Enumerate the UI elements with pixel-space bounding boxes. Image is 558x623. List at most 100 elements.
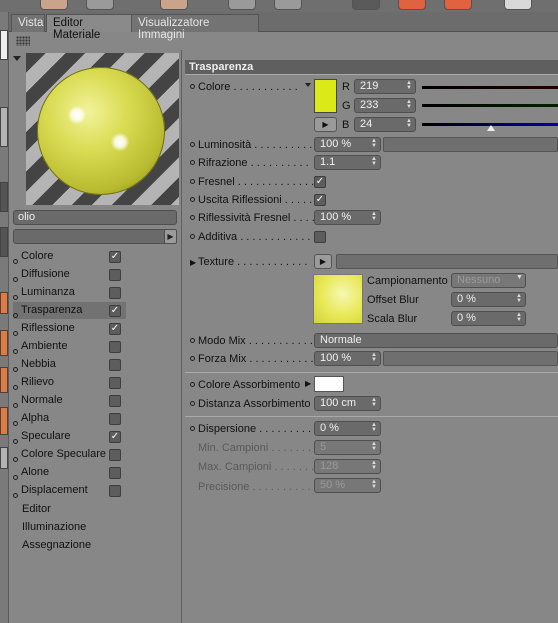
max-campioni-field[interactable]: 128 ▲ ▼ <box>314 459 381 474</box>
toolbar-button[interactable] <box>352 0 380 10</box>
tool-button[interactable] <box>0 107 8 147</box>
nav-item-assegnazione[interactable]: Assegnazione <box>22 539 91 551</box>
spinner-icon[interactable]: ▲ ▼ <box>406 80 412 91</box>
nav-item-illuminazione[interactable]: Illuminazione <box>22 521 86 533</box>
toolbar-button[interactable] <box>228 0 256 10</box>
min-campioni-value: 5 <box>320 441 327 453</box>
preview-menu-arrow-icon[interactable] <box>13 56 21 61</box>
grip-icon[interactable] <box>16 36 30 46</box>
forza-mix-slider[interactable] <box>383 351 558 366</box>
distanza-assorbimento-field[interactable]: 100 cm ▲ ▼ <box>314 396 381 411</box>
channel-checkbox[interactable] <box>109 269 121 281</box>
g-field[interactable]: 233 ▲ ▼ <box>354 98 416 113</box>
additiva-checkbox[interactable] <box>314 231 326 243</box>
tool-button[interactable] <box>0 330 8 356</box>
nav-item-editor[interactable]: Editor <box>22 503 51 515</box>
campionamento-dropdown[interactable]: Nessuno ▼ <box>451 273 526 288</box>
r-slider[interactable] <box>422 86 558 89</box>
channel-checkbox[interactable]: ✓ <box>109 305 121 317</box>
chevron-down-icon[interactable]: ▼ <box>516 274 523 281</box>
r-field[interactable]: 219 ▲ ▼ <box>354 79 416 94</box>
spinner-icon[interactable]: ▲ ▼ <box>371 211 377 222</box>
b-field[interactable]: 24 ▲ ▼ <box>354 117 416 132</box>
fresnel-checkbox[interactable]: ✓ <box>314 176 326 188</box>
spinner-icon[interactable]: ▲ ▼ <box>516 312 522 323</box>
channel-checkbox[interactable] <box>109 395 121 407</box>
luminosita-slider[interactable] <box>383 137 558 152</box>
min-campioni-field[interactable]: 5 ▲ ▼ <box>314 440 381 455</box>
forza-mix-field[interactable]: 100 % ▲ ▼ <box>314 351 381 366</box>
colore-assorbimento-swatch[interactable] <box>314 376 344 392</box>
channel-label: Trasparenza <box>21 304 83 316</box>
toolbar-button[interactable] <box>504 0 532 10</box>
precisione-field[interactable]: 50 % ▲ ▼ <box>314 478 381 493</box>
scala-blur-field[interactable]: 0 % ▲ ▼ <box>451 311 526 326</box>
spinner-icon[interactable]: ▲ ▼ <box>371 156 377 167</box>
g-slider[interactable] <box>422 104 558 107</box>
tab-vista[interactable]: Vista <box>11 14 45 32</box>
toolbar-button[interactable] <box>160 0 188 10</box>
tab-visualizzatore-immagini[interactable]: Visualizzatore Immagini <box>131 14 259 41</box>
spinner-icon[interactable]: ▲ ▼ <box>371 138 377 149</box>
modo-mix-dropdown[interactable]: Normale <box>314 333 558 348</box>
tool-button[interactable] <box>0 367 8 393</box>
spinner-icon[interactable]: ▲ ▼ <box>371 397 377 408</box>
tool-button[interactable] <box>0 447 8 469</box>
spinner-icon[interactable]: ▲ ▼ <box>371 352 377 363</box>
texture-text: Texture . . . . . . . . . . . . <box>198 256 308 268</box>
channel-checkbox[interactable]: ✓ <box>109 323 121 335</box>
spinner-icon[interactable]: ▲ ▼ <box>371 422 377 433</box>
color-menu-arrow-icon[interactable] <box>305 83 311 87</box>
material-name-field[interactable]: olio <box>13 210 177 225</box>
forza-mix-text: Forza Mix . . . . . . . . . . . <box>198 353 314 365</box>
spinner-icon[interactable]: ▲ ▼ <box>406 118 412 129</box>
tool-button[interactable] <box>0 227 8 257</box>
spinner-icon[interactable]: ▲ ▼ <box>371 460 377 471</box>
rifrazione-field[interactable]: 1.1 ▲ ▼ <box>314 155 381 170</box>
preview-slider[interactable] <box>13 229 177 244</box>
channel-checkbox[interactable]: ✓ <box>109 251 121 263</box>
slider-handle-icon[interactable] <box>487 125 495 131</box>
slider-arrow-icon[interactable]: ▶ <box>164 229 177 244</box>
channel-checkbox[interactable] <box>109 485 121 497</box>
spinner-icon[interactable]: ▲ ▼ <box>406 99 412 110</box>
channel-checkbox[interactable] <box>109 413 121 425</box>
channel-checkbox[interactable] <box>109 467 121 479</box>
toolbar-button[interactable] <box>86 0 114 10</box>
texture-menu-arrow-icon[interactable]: ▶ <box>314 254 332 269</box>
expand-arrow-icon[interactable]: ▶ <box>190 255 198 270</box>
channel-checkbox[interactable] <box>109 341 121 353</box>
highlight-icon <box>111 133 129 151</box>
toolbar-button[interactable] <box>398 0 426 10</box>
channel-label: Alone <box>21 466 50 478</box>
tool-button[interactable] <box>0 292 8 314</box>
r-label: R <box>342 81 350 93</box>
bullet-icon <box>13 493 18 498</box>
texture-preview[interactable] <box>313 274 363 324</box>
bullet-icon <box>190 401 195 406</box>
tab-editor-materiale[interactable]: Editor Materiale <box>46 14 140 41</box>
toolbar-button[interactable] <box>40 0 68 10</box>
toolbar-button[interactable] <box>274 0 302 10</box>
tool-button[interactable] <box>0 182 8 212</box>
offset-blur-field[interactable]: 0 % ▲ ▼ <box>451 292 526 307</box>
channel-checkbox[interactable] <box>109 359 121 371</box>
expand-arrow-icon[interactable]: ▶ <box>305 379 311 388</box>
color-swatch[interactable] <box>314 79 337 113</box>
dispersione-field[interactable]: 0 % ▲ ▼ <box>314 421 381 436</box>
channel-checkbox[interactable]: ✓ <box>109 431 121 443</box>
luminosita-field[interactable]: 100 % ▲ ▼ <box>314 137 381 152</box>
texture-path-field[interactable] <box>336 254 558 269</box>
channel-checkbox[interactable] <box>109 449 121 461</box>
riflessivita-field[interactable]: 100 % ▲ ▼ <box>314 210 381 225</box>
spinner-icon[interactable]: ▲ ▼ <box>516 293 522 304</box>
spinner-icon[interactable]: ▲ ▼ <box>371 441 377 452</box>
tool-button[interactable] <box>0 407 8 435</box>
channel-checkbox[interactable] <box>109 377 121 389</box>
uscita-checkbox[interactable]: ✓ <box>314 194 326 206</box>
channel-checkbox[interactable] <box>109 287 121 299</box>
tool-button[interactable] <box>0 30 8 60</box>
toolbar-button[interactable] <box>444 0 472 10</box>
color-expand-icon[interactable]: ▶ <box>314 117 337 132</box>
spinner-icon[interactable]: ▲ ▼ <box>371 479 377 490</box>
